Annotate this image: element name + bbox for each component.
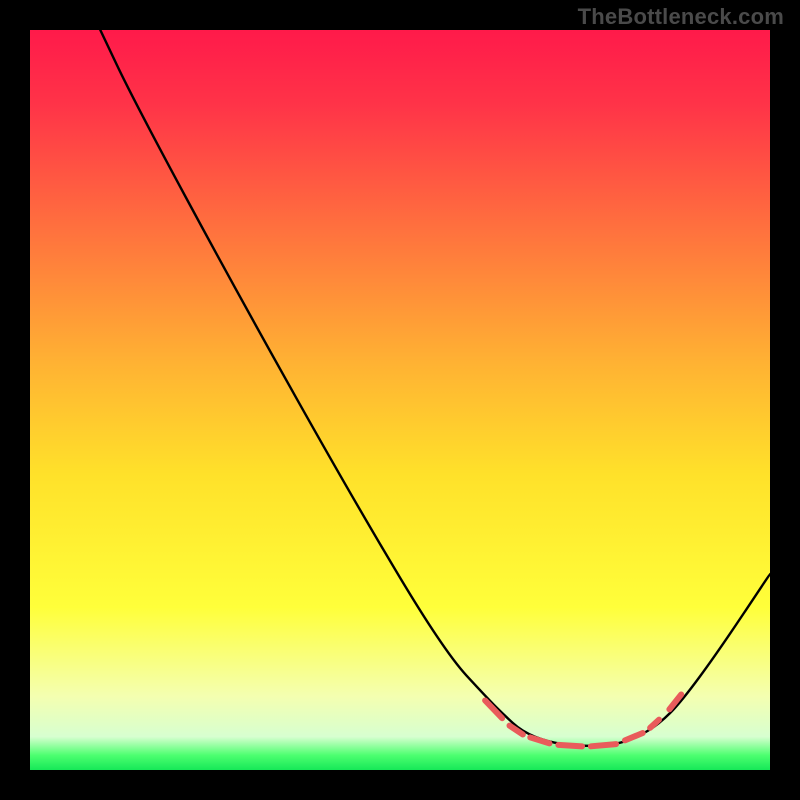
highlight-dash [510,726,523,735]
highlight-dashes [485,695,681,747]
plot-curve-layer [30,30,770,770]
watermark-text: TheBottleneck.com [578,4,784,30]
highlight-dash [650,720,659,728]
chart-stage: TheBottleneck.com [0,0,800,800]
bottleneck-curve [100,30,770,746]
highlight-dash [558,745,582,746]
highlight-dash [625,733,643,740]
highlight-dash [591,744,616,746]
highlight-dash [530,737,549,743]
